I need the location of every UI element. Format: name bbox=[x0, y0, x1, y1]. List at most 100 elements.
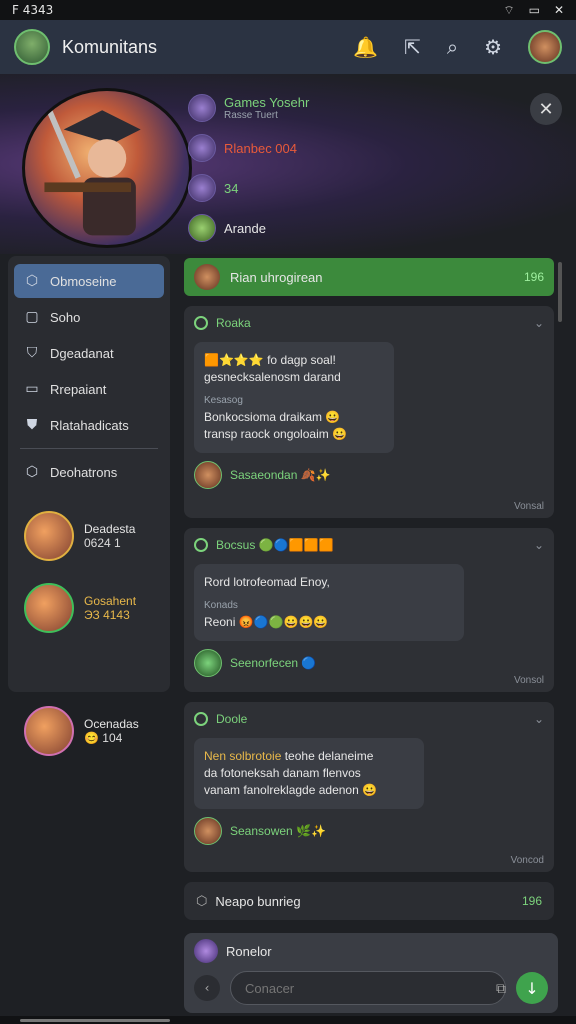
post-meta: Vonsal bbox=[513, 501, 544, 512]
message-bubble: Nen solbrotoie teohe delaneime da fotone… bbox=[194, 738, 424, 809]
back-arrow-icon[interactable]: ‹ bbox=[194, 975, 220, 1001]
shield-icon: ⛉ bbox=[26, 345, 38, 361]
post-card[interactable]: Doole ⌄ Nen solbrotoie teohe delaneime d… bbox=[184, 702, 554, 872]
author-avatar bbox=[194, 817, 222, 845]
message-highlight: Nen solbrotoie bbox=[204, 749, 282, 763]
status-time: F 4343 bbox=[12, 3, 54, 17]
message-composer: Ronelor ‹ ↓ ⧉ bbox=[184, 933, 558, 1013]
chevron-down-icon[interactable]: ⌄ bbox=[534, 712, 544, 726]
author-avatar bbox=[194, 649, 222, 677]
hero-member-row[interactable]: 34 bbox=[188, 168, 488, 208]
member-avatar bbox=[188, 94, 216, 122]
battery-icon: ▭ bbox=[528, 3, 540, 17]
post-card[interactable]: Roaka ⌄ 🟧⭐⭐⭐ fo dagp soal! gesnecksaleno… bbox=[184, 306, 554, 518]
sidebar-item-label: Rlatahadicats bbox=[50, 417, 129, 433]
message-line: Rord lotrofeomad Enoy, bbox=[204, 575, 330, 589]
app-bar: Komunitans 🔔 ⇱ ⌕ ⚙ bbox=[0, 20, 576, 74]
chevron-down-icon[interactable]: ⌄ bbox=[534, 538, 544, 552]
sidebar-item-label: Rrepaiant bbox=[50, 381, 107, 397]
character-illustration bbox=[44, 109, 141, 236]
author-name: Sasaeondan 🍂✨ bbox=[230, 468, 331, 482]
sidebar-user[interactable]: Gosahent ЭЗ 4143 bbox=[14, 577, 164, 639]
feed-section-row[interactable]: ⬡ Neapo bunrieg 196 bbox=[184, 882, 554, 920]
send-button[interactable]: ↓ bbox=[516, 972, 548, 1004]
hero-character-image bbox=[22, 88, 192, 248]
sidebar-item-soho[interactable]: ▢ Soho bbox=[14, 300, 164, 334]
member-subtitle: Rasse Tuert bbox=[224, 110, 278, 121]
message-line: 🟧⭐⭐⭐ fo dagp soal! bbox=[204, 353, 336, 367]
message-line: gesnecksalenosm darand bbox=[204, 370, 341, 384]
sidebar-item-label: Soho bbox=[50, 309, 81, 325]
settings-icon[interactable]: ⚙ bbox=[484, 35, 502, 59]
home-handle[interactable] bbox=[20, 1019, 170, 1022]
main-feed: Rian uhrogirean 196 Roaka ⌄ 🟧⭐⭐⭐ fo dagp… bbox=[184, 258, 554, 920]
list-icon: ▭ bbox=[25, 381, 39, 397]
share-icon[interactable]: ⇱ bbox=[404, 35, 421, 59]
sidebar-item-dgeadanat[interactable]: ⛉ Dgeadanat bbox=[14, 336, 164, 370]
user-avatar bbox=[24, 511, 74, 561]
app-title: Komunitans bbox=[62, 36, 158, 57]
notification-bell-icon[interactable]: 🔔 bbox=[353, 35, 378, 59]
user-name: Gosahent bbox=[84, 594, 137, 608]
hero-member-list: Games Yosehr Rasse Tuert Rlanbec 004 34 … bbox=[188, 88, 488, 248]
search-icon[interactable]: ⌕ bbox=[447, 35, 458, 59]
member-name: Games Yosehr bbox=[224, 95, 310, 110]
message-line: teohe delaneime bbox=[281, 749, 374, 763]
sidebar-item-deohatrons[interactable]: ⬡ Deohatrons bbox=[14, 455, 164, 489]
sidebar-item-obmoseine[interactable]: ⬡ Obmoseine bbox=[14, 264, 164, 298]
chevron-down-icon[interactable]: ⌄ bbox=[534, 316, 544, 330]
status-bar: F 4343 ⌔ ▭ ✕ bbox=[0, 0, 576, 20]
post-title: Doole bbox=[216, 712, 248, 726]
member-name: Arande bbox=[224, 220, 266, 236]
sidebar-item-rrepaiant[interactable]: ▭ Rrepaiant bbox=[14, 372, 164, 406]
message-line: transp raock ongoloaim 😀 bbox=[204, 427, 348, 441]
sidebar: ⬡ Obmoseine ▢ Soho ⛉ Dgeadanat ▭ Rrepaia… bbox=[8, 256, 170, 692]
tag-icon: ⬡ bbox=[25, 273, 39, 289]
shirt-icon: ⛊ bbox=[26, 417, 38, 433]
hero-member-row[interactable]: Rlanbec 004 bbox=[188, 128, 488, 168]
message-label: Kesasog bbox=[204, 395, 243, 406]
member-avatar bbox=[188, 134, 216, 162]
post-title: Bocsus 🟢🔵🟧🟧🟧 bbox=[216, 538, 334, 552]
group-icon bbox=[194, 538, 208, 552]
feed-banner[interactable]: Rian uhrogirean 196 bbox=[184, 258, 554, 296]
message-bubble: 🟧⭐⭐⭐ fo dagp soal! gesnecksalenosm daran… bbox=[194, 342, 394, 453]
post-meta: Vonsol bbox=[513, 675, 544, 686]
user-stat: ЭЗ 4143 bbox=[84, 608, 130, 622]
wifi-icon: ⌔ bbox=[503, 2, 515, 17]
sidebar-user-outside[interactable]: Ocenadas 😊 104 bbox=[14, 700, 149, 762]
section-count: 196 bbox=[521, 894, 542, 908]
message-line: vanam fanolreklagde adenon 😀 bbox=[204, 783, 378, 797]
user-stat: 😊 104 bbox=[84, 731, 123, 745]
group-icon bbox=[194, 712, 208, 726]
message-line: da fotoneksah danam flenvos bbox=[204, 766, 361, 780]
image-icon: ▢ bbox=[25, 309, 39, 325]
sidebar-item-rlatahadicats[interactable]: ⛊ Rlatahadicats bbox=[14, 408, 164, 442]
close-panel-button[interactable]: ✕ bbox=[530, 93, 562, 125]
message-input[interactable] bbox=[230, 971, 506, 1005]
profile-avatar[interactable] bbox=[528, 30, 562, 64]
banner-label: Rian uhrogirean bbox=[230, 269, 323, 285]
hero-member-row[interactable]: Games Yosehr Rasse Tuert bbox=[188, 88, 488, 128]
sidebar-divider bbox=[20, 448, 158, 449]
member-name: 34 bbox=[224, 180, 239, 196]
section-label: Neapo bunrieg bbox=[215, 893, 301, 909]
user-stat: 0624 1 bbox=[84, 536, 121, 550]
user-name: Deadesta bbox=[84, 522, 136, 536]
tag-icon: ⬡ bbox=[196, 893, 208, 909]
community-avatar[interactable] bbox=[14, 29, 50, 65]
scrollbar[interactable] bbox=[558, 262, 562, 322]
navigation-bar bbox=[0, 1016, 576, 1024]
post-card[interactable]: Bocsus 🟢🔵🟧🟧🟧 ⌄ Rord lotrofeomad Enoy, Ko… bbox=[184, 528, 554, 692]
attachment-icon[interactable]: ⧉ bbox=[496, 981, 506, 997]
close-icon[interactable]: ✕ bbox=[554, 3, 564, 17]
sidebar-user[interactable]: Deadesta 0624 1 bbox=[14, 505, 164, 567]
message-bubble: Rord lotrofeomad Enoy, Konads Reoni 😡🔵🟢😀… bbox=[194, 564, 464, 641]
post-title: Roaka bbox=[216, 316, 251, 330]
member-name: Rlanbec 004 bbox=[224, 140, 297, 156]
banner-count: 196 bbox=[523, 270, 544, 284]
hero-member-row[interactable]: Arande bbox=[188, 208, 488, 248]
author-avatar bbox=[194, 461, 222, 489]
message-line: Reoni 😡🔵🟢😀😀😀 bbox=[204, 615, 329, 629]
user-name: Ocenadas bbox=[84, 717, 139, 731]
